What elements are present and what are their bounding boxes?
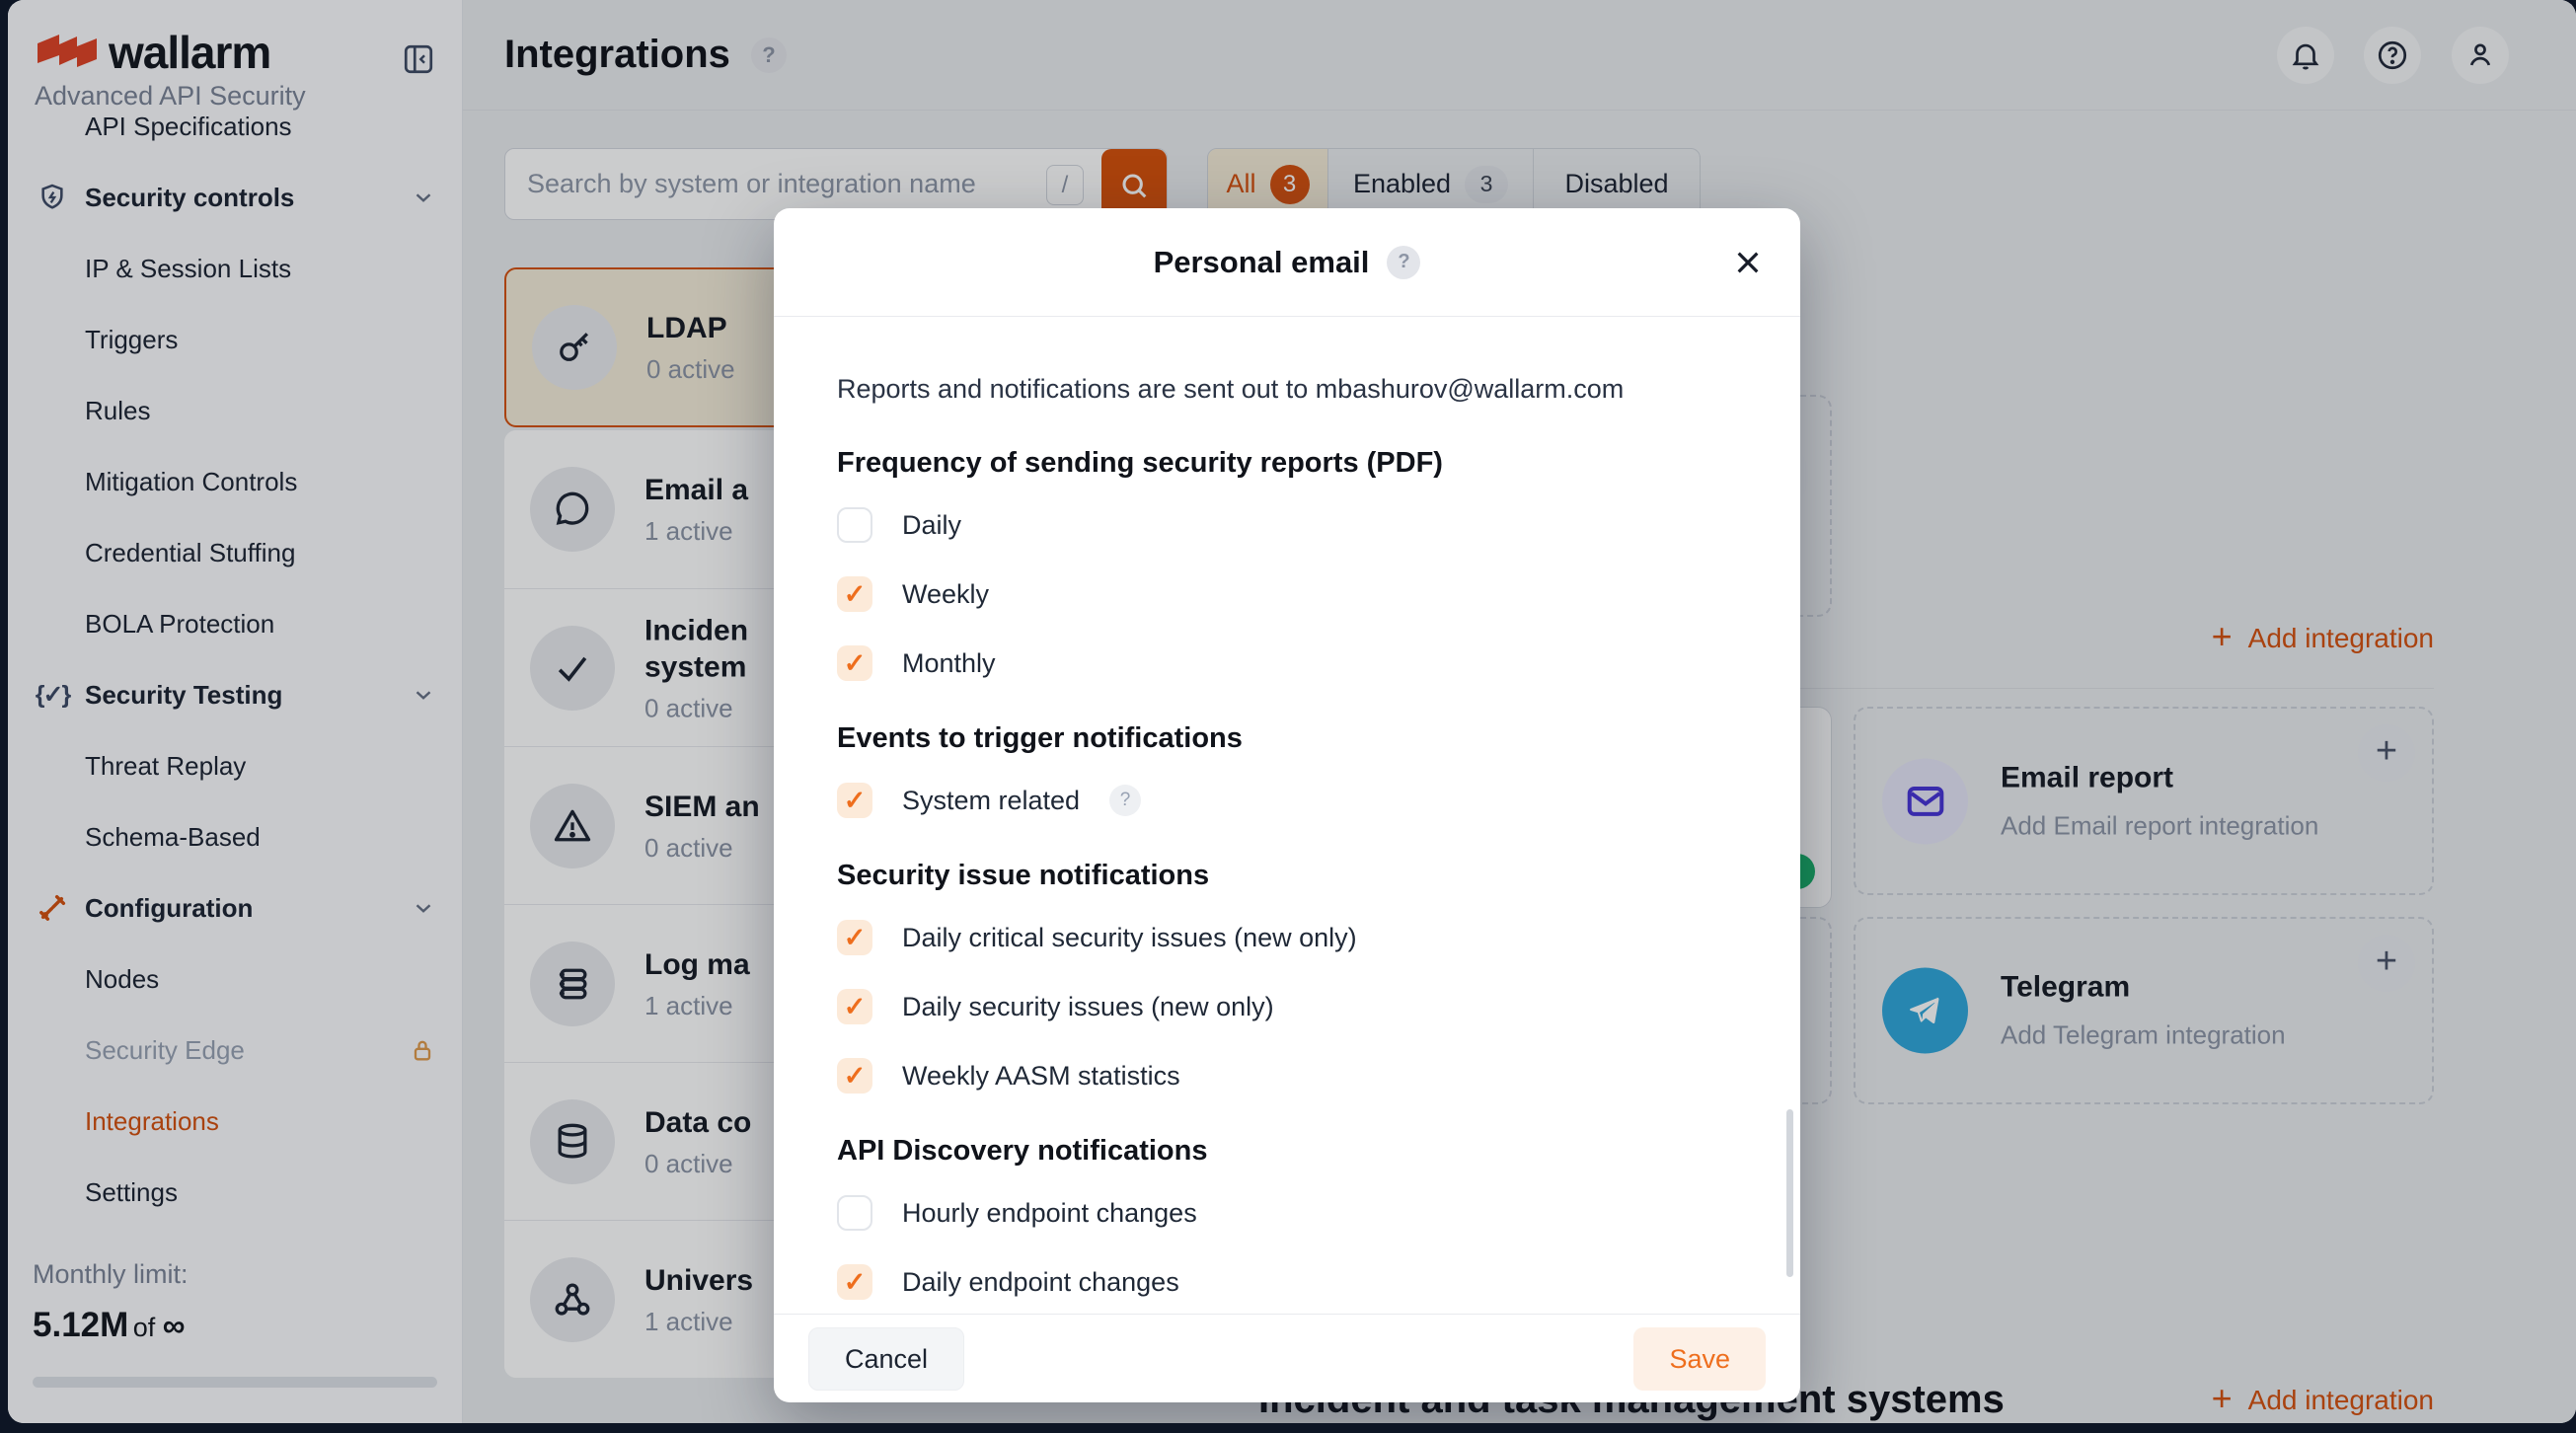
checkbox-checked-icon[interactable] bbox=[837, 1058, 872, 1094]
checkbox-checked-icon[interactable] bbox=[837, 989, 872, 1024]
checkbox-row-weekly-aasm[interactable]: Weekly AASM statistics bbox=[837, 1058, 1737, 1094]
screen: wallarm Advanced API Security API Specif… bbox=[0, 0, 2576, 1433]
checkbox-row-daily[interactable]: Daily bbox=[837, 507, 1737, 543]
checkbox-row-daily-endpoint[interactable]: Daily endpoint changes bbox=[837, 1264, 1737, 1300]
checkbox-unchecked-icon[interactable] bbox=[837, 1195, 872, 1231]
checkbox-checked-icon[interactable] bbox=[837, 920, 872, 955]
section-heading-security-issues: Security issue notifications bbox=[837, 860, 1737, 892]
cancel-button[interactable]: Cancel bbox=[808, 1327, 964, 1391]
checkbox-checked-icon[interactable] bbox=[837, 783, 872, 818]
checkbox-row-daily-security[interactable]: Daily security issues (new only) bbox=[837, 989, 1737, 1024]
checkbox-checked-icon[interactable] bbox=[837, 576, 872, 612]
close-icon[interactable] bbox=[1729, 244, 1767, 281]
section-heading-frequency: Frequency of sending security reports (P… bbox=[837, 447, 1737, 480]
checkbox-row-system-related[interactable]: System related bbox=[837, 783, 1737, 818]
personal-email-dialog: Personal email Reports and notifications… bbox=[774, 208, 1800, 1402]
section-heading-api-discovery: API Discovery notifications bbox=[837, 1135, 1737, 1168]
dialog-body: Reports and notifications are sent out t… bbox=[774, 317, 1800, 1314]
checkbox-checked-icon[interactable] bbox=[837, 645, 872, 681]
dialog-help-icon[interactable] bbox=[1387, 246, 1420, 279]
dialog-header: Personal email bbox=[774, 208, 1800, 317]
app-window: wallarm Advanced API Security API Specif… bbox=[8, 0, 2576, 1423]
checkbox-row-daily-critical[interactable]: Daily critical security issues (new only… bbox=[837, 920, 1737, 955]
dialog-title: Personal email bbox=[1154, 245, 1370, 280]
checkbox-checked-icon[interactable] bbox=[837, 1264, 872, 1300]
recipient-text: Reports and notifications are sent out t… bbox=[837, 372, 1737, 406]
save-button[interactable]: Save bbox=[1633, 1327, 1766, 1391]
checkbox-unchecked-icon[interactable] bbox=[837, 507, 872, 543]
section-heading-events: Events to trigger notifications bbox=[837, 722, 1737, 755]
checkbox-row-monthly[interactable]: Monthly bbox=[837, 645, 1737, 681]
help-icon[interactable] bbox=[1109, 785, 1141, 816]
dialog-footer: Cancel Save bbox=[774, 1314, 1800, 1402]
checkbox-row-hourly-endpoint[interactable]: Hourly endpoint changes bbox=[837, 1195, 1737, 1231]
modal-scrollbar[interactable] bbox=[1786, 1109, 1793, 1277]
checkbox-row-weekly[interactable]: Weekly bbox=[837, 576, 1737, 612]
